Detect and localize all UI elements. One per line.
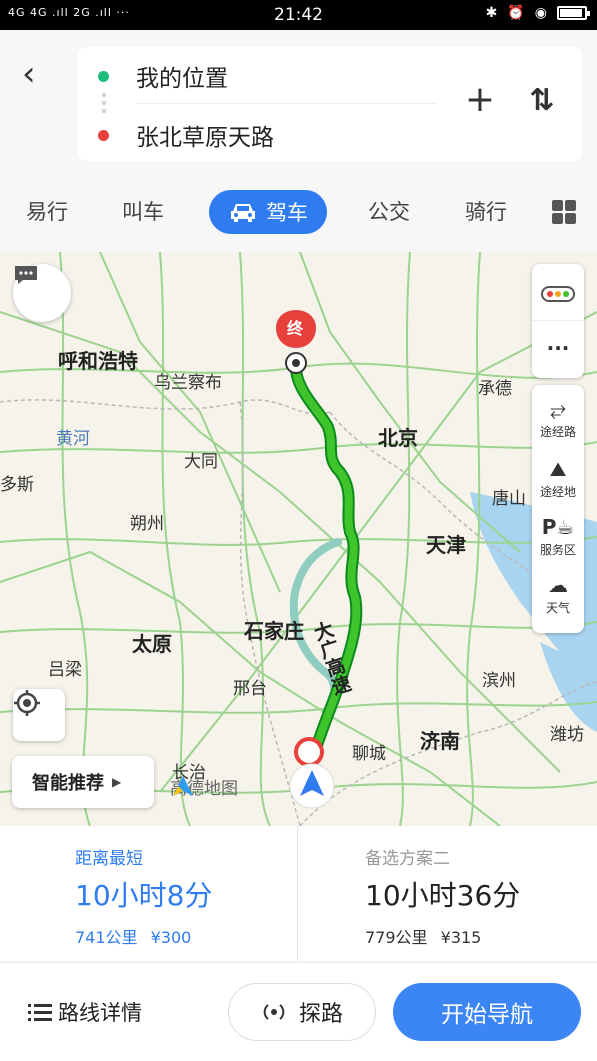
city-label: 承德 bbox=[478, 379, 512, 399]
tab-bike[interactable]: 骑行 bbox=[465, 196, 507, 226]
tab-taxi[interactable]: 叫车 bbox=[122, 196, 164, 226]
battery-icon bbox=[557, 6, 590, 20]
status-icons: ✱ ⏰ ◉ bbox=[485, 5, 590, 21]
city-label: 黄河 bbox=[56, 429, 90, 449]
traffic-toggle-icon[interactable] bbox=[541, 286, 575, 302]
weather-button[interactable]: ☁ 天气 bbox=[532, 573, 584, 616]
bluetooth-icon: ✱ bbox=[485, 5, 498, 21]
more-options-icon[interactable]: ··· bbox=[532, 336, 584, 360]
map-tool-panel: ⥂ 途经路 ⛰ 途经地 P☕ 服务区 ☁ 天气 bbox=[532, 385, 584, 633]
city-label: 唐山 bbox=[492, 489, 526, 509]
locate-button[interactable] bbox=[13, 689, 65, 741]
route-details-label: 路线详情 bbox=[58, 1001, 142, 1025]
route-option-1[interactable]: 距离最短 10小时8分 741公里 ¥300 bbox=[0, 826, 298, 961]
city-label: 济南 bbox=[420, 729, 460, 753]
route-option-distance: 741公里 bbox=[75, 928, 138, 947]
route-options: 距离最短 10小时8分 741公里 ¥300 备选方案二 10小时36分 779… bbox=[0, 826, 597, 961]
status-bar: 4G 4G .ıll 2G .ıll ··· 21:42 ✱ ⏰ ◉ bbox=[0, 0, 597, 30]
list-icon bbox=[28, 1004, 52, 1021]
waypoint-place-label: 途经地 bbox=[539, 485, 576, 499]
route-details-button[interactable]: 路线详情 bbox=[28, 997, 142, 1027]
destination-dot-icon bbox=[98, 129, 109, 141]
city-label: 石家庄 bbox=[244, 619, 304, 643]
origin-dot-icon bbox=[98, 70, 109, 82]
waypoint-road-button[interactable]: ⥂ 途经路 bbox=[532, 397, 584, 440]
tab-drive-label: 驾车 bbox=[266, 201, 308, 225]
service-area-label: 服务区 bbox=[539, 543, 576, 557]
route-option-duration: 10小时36分 bbox=[365, 879, 521, 912]
start-navigation-button[interactable]: 开始导航 bbox=[393, 983, 581, 1041]
city-label: 北京 bbox=[378, 426, 418, 450]
route-input-box: 我的位置 张北草原天路 + ⇅ bbox=[78, 47, 582, 161]
service-area-button[interactable]: P☕ 服务区 bbox=[532, 515, 584, 558]
tab-easy[interactable]: 易行 bbox=[26, 196, 68, 226]
more-modes-grid-icon[interactable] bbox=[552, 200, 576, 224]
route-option-distance: 779公里 bbox=[365, 928, 428, 947]
tab-bus[interactable]: 公交 bbox=[368, 196, 410, 226]
alarm-icon: ⏰ bbox=[507, 5, 525, 21]
route-map[interactable]: 终 呼和浩特 乌兰察布 承德 黄河 大同 北京 多斯 唐山 朔州 天津 石家庄 … bbox=[0, 252, 597, 826]
probe-road-button[interactable]: 探路 bbox=[228, 983, 376, 1041]
tab-drive[interactable]: 驾车 bbox=[209, 190, 327, 234]
city-label: 天津 bbox=[426, 533, 466, 557]
city-label: 多斯 bbox=[0, 475, 34, 495]
route-option-toll: ¥315 bbox=[440, 928, 482, 947]
smart-recommend-button[interactable]: 智能推荐 ▶ bbox=[12, 756, 154, 808]
city-label: 朔州 bbox=[130, 514, 164, 534]
feedback-button[interactable] bbox=[13, 264, 71, 322]
route-option-meta: 779公里 ¥315 bbox=[365, 924, 481, 948]
bottom-action-bar: 路线详情 探路 开始导航 bbox=[0, 962, 597, 1061]
end-marker-label: 终 bbox=[287, 319, 304, 338]
weather-icon: ☁ bbox=[548, 573, 568, 597]
route-option-toll: ¥300 bbox=[150, 928, 192, 947]
city-label: 吕梁 bbox=[48, 660, 82, 680]
waypoint-place-button[interactable]: ⛰ 途经地 bbox=[532, 457, 584, 500]
city-label: 乌兰察布 bbox=[154, 373, 222, 393]
route-connector bbox=[102, 93, 106, 117]
city-label: 滨州 bbox=[482, 671, 516, 691]
smart-recommend-label: 智能推荐 bbox=[32, 773, 104, 794]
route-header: ‹ 我的位置 张北草原天路 + ⇅ 易行 叫车 驾车 公交 骑行 bbox=[0, 30, 597, 252]
message-icon bbox=[15, 266, 37, 284]
destination-field[interactable]: 张北草原天路 bbox=[98, 115, 274, 155]
swap-route-button[interactable]: ⇅ bbox=[524, 83, 560, 119]
transport-mode-tabs: 易行 叫车 驾车 公交 骑行 bbox=[0, 188, 597, 240]
waypoint-road-icon: ⥂ bbox=[550, 397, 566, 421]
waypoint-place-icon: ⛰ bbox=[549, 457, 567, 481]
map-tools-top: ··· bbox=[532, 264, 584, 378]
service-area-icon: P☕ bbox=[541, 515, 575, 539]
city-label: 聊城 bbox=[352, 744, 386, 764]
city-label: 呼和浩特 bbox=[58, 349, 138, 373]
locate-icon bbox=[14, 690, 40, 716]
origin-field[interactable]: 我的位置 bbox=[98, 56, 228, 96]
car-icon bbox=[231, 204, 255, 222]
waypoint-road-label: 途经路 bbox=[539, 425, 576, 439]
city-label: 大同 bbox=[184, 452, 218, 472]
origin-label: 我的位置 bbox=[136, 66, 228, 92]
triangle-right-icon: ▶ bbox=[112, 775, 122, 789]
route-option-label: 距离最短 bbox=[75, 849, 143, 869]
divider bbox=[136, 103, 436, 104]
city-label: 潍坊 bbox=[550, 725, 584, 745]
route-option-meta: 741公里 ¥300 bbox=[75, 924, 191, 948]
route-option-2[interactable]: 备选方案二 10小时36分 779公里 ¥315 bbox=[299, 826, 597, 961]
city-label: 太原 bbox=[132, 632, 172, 656]
add-waypoint-button[interactable]: + bbox=[462, 82, 498, 119]
broadcast-icon bbox=[263, 1004, 285, 1020]
back-button[interactable]: ‹ bbox=[22, 54, 52, 94]
amap-logo: 高德地图 bbox=[170, 774, 238, 799]
probe-road-label: 探路 bbox=[298, 1002, 343, 1027]
route-option-label: 备选方案二 bbox=[365, 849, 450, 869]
route-option-duration: 10小时8分 bbox=[75, 879, 213, 912]
destination-label: 张北草原天路 bbox=[136, 125, 274, 151]
weather-label: 天气 bbox=[545, 601, 570, 615]
location-icon: ◉ bbox=[534, 5, 547, 21]
amap-logo-icon bbox=[173, 776, 193, 796]
city-label: 邢台 bbox=[233, 679, 267, 699]
